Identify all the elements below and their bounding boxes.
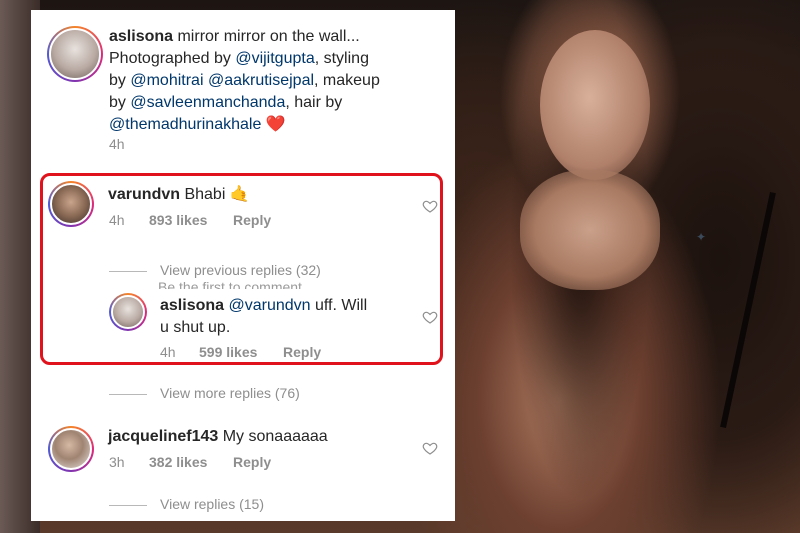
- replies-divider: [109, 505, 147, 506]
- background-hand: [520, 170, 660, 290]
- comment-likes[interactable]: 382 likes: [149, 454, 207, 470]
- mention-link[interactable]: @vijitgupta: [235, 50, 314, 67]
- caption-text: by: [109, 94, 131, 111]
- caption-text: mirror mirror on the wall...: [173, 28, 360, 45]
- highlight-box: [40, 173, 443, 365]
- replies-divider: [109, 394, 147, 395]
- caption-block: aslisona mirror mirror on the wall... Ph…: [31, 10, 455, 160]
- reply-button[interactable]: Reply: [233, 454, 271, 470]
- mention-link[interactable]: @themadhurinakhale: [109, 116, 261, 133]
- caption-line-5: @themadhurinakhale ❤️: [109, 114, 449, 136]
- comment-username[interactable]: jacquelinef143: [108, 428, 218, 445]
- comment-body: My sonaaaaaa: [218, 428, 328, 445]
- avatar[interactable]: [48, 426, 94, 472]
- view-replies-link[interactable]: View replies (15): [160, 496, 264, 512]
- caption-text: by: [109, 72, 131, 89]
- caption-line-3: by @mohitrai @aakrutisejpal, makeup: [109, 70, 449, 92]
- caption-line-2: Photographed by @vijitgupta, styling: [109, 48, 449, 70]
- avatar[interactable]: [47, 26, 103, 82]
- mention-link[interactable]: @aakrutisejpal: [208, 72, 314, 89]
- red-heart-emoji: ❤️: [265, 116, 286, 133]
- caption-time: 4h: [109, 136, 125, 152]
- mention-link[interactable]: @savleenmanchanda: [130, 94, 285, 111]
- caption-line-1: aslisona mirror mirror on the wall...: [109, 26, 449, 48]
- background-face: [540, 30, 650, 180]
- view-more-replies-link[interactable]: View more replies (76): [160, 385, 300, 401]
- comment-text: jacquelinef143 My sonaaaaaa: [108, 426, 328, 448]
- caption-text: , styling: [314, 50, 369, 67]
- star-tattoo-icon: ✦: [696, 230, 707, 244]
- caption-username[interactable]: aslisona: [109, 28, 173, 45]
- mention-link[interactable]: @mohitrai: [130, 72, 203, 89]
- like-heart-icon[interactable]: [422, 440, 438, 456]
- caption-text: , hair by: [285, 94, 343, 111]
- caption-text: Photographed by: [109, 50, 236, 67]
- comment-time: 3h: [109, 454, 125, 470]
- caption-text: , makeup: [314, 72, 380, 89]
- caption-line-4: by @savleenmanchanda, hair by: [109, 92, 449, 114]
